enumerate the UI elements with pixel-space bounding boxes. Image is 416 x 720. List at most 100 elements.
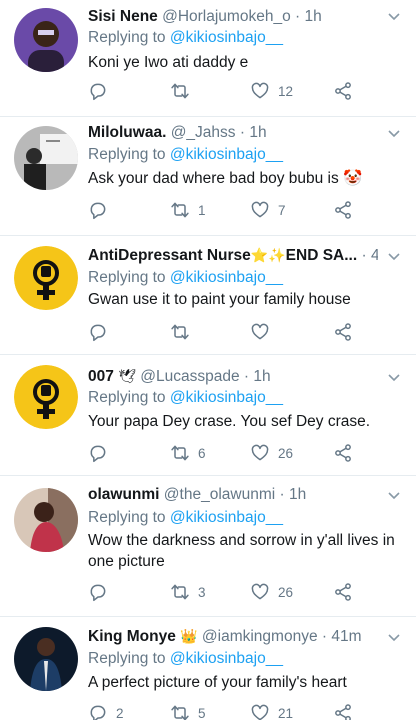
reply-button[interactable] bbox=[88, 320, 108, 344]
reply-icon bbox=[88, 81, 108, 101]
reply-handle-link[interactable]: @kikiosinbajo__ bbox=[170, 146, 283, 163]
reply-handle-link[interactable]: @kikiosinbajo__ bbox=[170, 509, 283, 526]
tweet-card[interactable]: Miloluwaa. @_Jahss · 1h Replying to @kik… bbox=[0, 117, 416, 235]
display-name[interactable]: AntiDepressant Nurse bbox=[88, 247, 251, 264]
reply-button[interactable] bbox=[88, 79, 116, 103]
replying-to-label: Replying to bbox=[88, 29, 166, 46]
user-handle[interactable]: @Horlajumokeh_o bbox=[162, 8, 291, 25]
tweet-card[interactable]: AntiDepressant Nurse⭐✨END SA... · 40m Re… bbox=[0, 236, 416, 354]
tweet-card[interactable]: 007 🕊 @Lucasspade · 1h Replying to @kiki… bbox=[0, 355, 416, 475]
chevron-down-icon[interactable] bbox=[386, 629, 402, 645]
avatar[interactable] bbox=[14, 365, 78, 429]
action-bar: 6 26 bbox=[88, 441, 388, 465]
replying-to: Replying to @kikiosinbajo__ bbox=[88, 144, 283, 166]
retweet-button[interactable] bbox=[170, 320, 190, 344]
tweet-header: 007 🕊 @Lucasspade · 1h bbox=[88, 368, 271, 385]
replying-to-label: Replying to bbox=[88, 269, 166, 286]
like-button[interactable]: 26 bbox=[250, 441, 293, 465]
tweet-text: A perfect picture of your family's heart bbox=[88, 674, 347, 691]
reply-handle-link[interactable]: @kikiosinbajo__ bbox=[170, 269, 283, 286]
like-button[interactable]: 12 bbox=[250, 79, 293, 103]
share-icon bbox=[333, 582, 353, 602]
display-name[interactable]: King Monye bbox=[88, 628, 176, 645]
share-icon bbox=[333, 443, 353, 463]
share-icon bbox=[333, 200, 353, 220]
user-handle[interactable]: @the_olawunmi bbox=[164, 486, 275, 503]
share-button[interactable] bbox=[333, 320, 353, 344]
user-handle[interactable]: @Lucasspade bbox=[140, 368, 239, 385]
reply-button[interactable]: 2 bbox=[88, 701, 124, 720]
retweet-button[interactable] bbox=[170, 79, 198, 103]
like-count: 26 bbox=[278, 584, 294, 600]
action-bar: 1 7 bbox=[88, 198, 388, 222]
reply-icon bbox=[88, 200, 108, 220]
reply-handle-link[interactable]: @kikiosinbajo__ bbox=[170, 650, 283, 667]
like-button[interactable]: 7 bbox=[250, 198, 286, 222]
share-button[interactable] bbox=[333, 580, 353, 604]
tweet-card[interactable]: King Monye 👑 @iamkingmonye · 41m Replyin… bbox=[0, 617, 416, 720]
reply-button[interactable] bbox=[88, 198, 116, 222]
retweet-count: 1 bbox=[198, 202, 206, 218]
tweet-time: 40m bbox=[370, 247, 378, 264]
like-button[interactable]: 21 bbox=[250, 701, 293, 720]
reply-count: 2 bbox=[116, 705, 124, 720]
avatar[interactable] bbox=[14, 246, 78, 310]
crown-emoji: 👑 bbox=[180, 629, 198, 645]
display-name[interactable]: olawunmi bbox=[88, 486, 159, 503]
heart-icon bbox=[250, 200, 270, 220]
tweet-time: 1h bbox=[249, 124, 267, 141]
like-count: 7 bbox=[278, 202, 286, 218]
retweet-icon bbox=[170, 703, 190, 720]
heart-icon bbox=[250, 443, 270, 463]
chevron-down-icon[interactable] bbox=[386, 487, 402, 503]
display-name[interactable]: Sisi Nene bbox=[88, 8, 158, 25]
reply-icon bbox=[88, 322, 108, 342]
retweet-button[interactable]: 6 bbox=[170, 441, 206, 465]
tweet-text: Wow the darkness and sorrow in y'all liv… bbox=[88, 532, 395, 570]
retweet-icon bbox=[170, 322, 190, 342]
avatar[interactable] bbox=[14, 8, 78, 72]
tweet-text: Koni ye Iwo ati daddy e bbox=[88, 54, 249, 71]
share-button[interactable] bbox=[333, 701, 353, 720]
chevron-down-icon[interactable] bbox=[386, 369, 402, 385]
avatar[interactable] bbox=[14, 627, 78, 691]
tweet-header: AntiDepressant Nurse⭐✨END SA... · 40m bbox=[88, 245, 378, 267]
display-name[interactable]: Miloluwaa. bbox=[88, 124, 166, 141]
share-icon bbox=[333, 703, 353, 720]
chevron-down-icon[interactable] bbox=[386, 248, 402, 264]
action-bar: 2 5 21 bbox=[88, 701, 388, 720]
like-button[interactable] bbox=[250, 320, 270, 344]
retweet-button[interactable]: 1 bbox=[170, 198, 206, 222]
replying-to-label: Replying to bbox=[88, 146, 166, 163]
replying-to: Replying to @kikiosinbajo__ bbox=[88, 387, 283, 409]
reply-button[interactable] bbox=[88, 441, 108, 465]
reply-handle-link[interactable]: @kikiosinbajo__ bbox=[170, 389, 283, 406]
retweet-button[interactable]: 3 bbox=[170, 580, 206, 604]
share-button[interactable] bbox=[333, 79, 353, 103]
heart-icon bbox=[250, 81, 270, 101]
retweet-button[interactable]: 5 bbox=[170, 701, 206, 720]
reply-handle-link[interactable]: @kikiosinbajo__ bbox=[170, 29, 283, 46]
avatar[interactable] bbox=[14, 488, 78, 552]
action-bar: 12 bbox=[88, 79, 388, 103]
tweet-header: olawunmi @the_olawunmi · 1h bbox=[88, 486, 307, 503]
avatar[interactable] bbox=[14, 126, 78, 190]
heart-icon bbox=[250, 703, 270, 720]
display-name-suffix[interactable]: END SA... bbox=[286, 247, 357, 264]
like-button[interactable]: 26 bbox=[250, 580, 293, 604]
retweet-icon bbox=[170, 200, 190, 220]
share-button[interactable] bbox=[333, 441, 353, 465]
user-handle[interactable]: @_Jahss bbox=[171, 124, 236, 141]
tweet-card[interactable]: Sisi Nene @Horlajumokeh_o · 1h Replying … bbox=[0, 0, 416, 116]
share-button[interactable] bbox=[333, 198, 353, 222]
user-handle[interactable]: @iamkingmonye bbox=[202, 628, 318, 645]
like-count: 12 bbox=[278, 83, 294, 99]
star-emoji: ⭐✨ bbox=[250, 248, 286, 264]
tweet-time: 1h bbox=[288, 486, 307, 503]
display-name[interactable]: 007 bbox=[88, 368, 114, 385]
chevron-down-icon[interactable] bbox=[386, 8, 402, 24]
share-icon bbox=[333, 81, 353, 101]
chevron-down-icon[interactable] bbox=[386, 125, 402, 141]
tweet-card[interactable]: olawunmi @the_olawunmi · 1h Replying to … bbox=[0, 476, 416, 616]
reply-button[interactable] bbox=[88, 580, 108, 604]
